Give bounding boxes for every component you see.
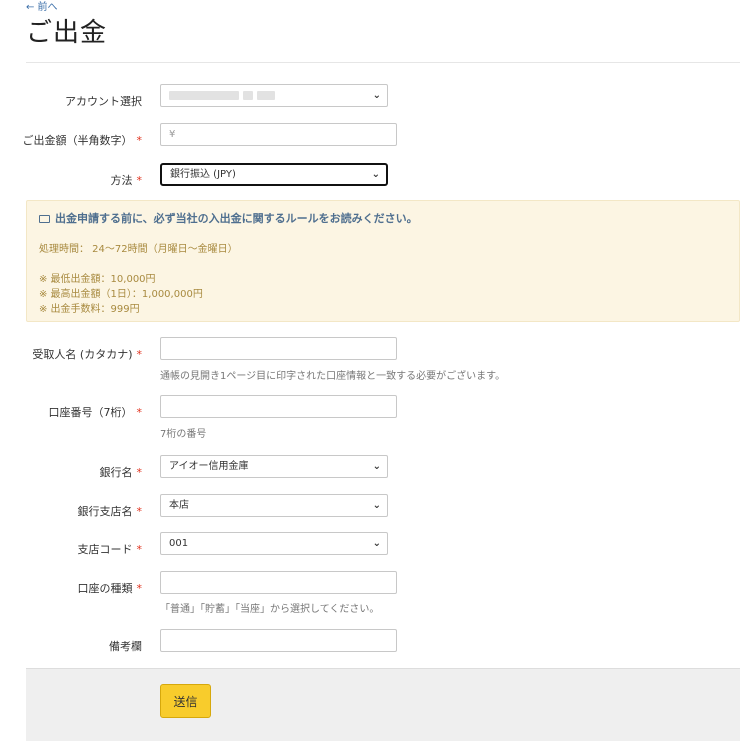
bank-name-label: 銀行名 * bbox=[99, 466, 143, 479]
bank-name-value: アイオー信用金庫 bbox=[169, 461, 249, 472]
branch-name-select[interactable]: 本店 ⌄ bbox=[160, 494, 388, 517]
fee: ※ 出金手数料：999円 bbox=[39, 304, 140, 315]
chevron-down-icon: ⌄ bbox=[372, 461, 381, 472]
chevron-down-icon: ⌄ bbox=[372, 538, 381, 549]
account-type-input[interactable] bbox=[160, 571, 397, 594]
required-mark: * bbox=[136, 582, 143, 595]
account-select[interactable]: ⌄ bbox=[160, 84, 388, 107]
page-title: ご出金 bbox=[26, 18, 108, 48]
method-label: 方法 * bbox=[110, 174, 143, 187]
bank-name-select[interactable]: アイオー信用金庫 ⌄ bbox=[160, 455, 388, 478]
recipient-input[interactable] bbox=[160, 337, 397, 360]
recipient-label: 受取人名 (カタカナ) * bbox=[32, 348, 143, 361]
method-select-value: 銀行振込 (JPY) bbox=[170, 169, 236, 180]
required-mark: * bbox=[136, 348, 143, 361]
chevron-down-icon: ⌄ bbox=[372, 90, 381, 101]
min-amount: ※ 最低出金額：10,000円 bbox=[39, 274, 156, 285]
recipient-help: 通帳の見開き1ページ目に印字された口座情報と一致する必要がございます。 bbox=[160, 371, 506, 382]
remarks-label: 備考欄 bbox=[109, 640, 142, 653]
branch-code-label: 支店コード * bbox=[77, 543, 143, 556]
required-mark: * bbox=[136, 543, 143, 556]
notice-heading[interactable]: 出金申請する前に、必ず当社の入出金に関するルールをお読みください。 bbox=[39, 210, 418, 226]
amount-label: ご出金額（半角数字） * bbox=[22, 134, 143, 147]
chevron-down-icon: ⌄ bbox=[371, 169, 380, 180]
required-mark: * bbox=[136, 406, 143, 419]
account-type-label: 口座の種類 * bbox=[77, 582, 143, 595]
masked-account-value bbox=[243, 90, 253, 100]
masked-account-value bbox=[169, 90, 239, 100]
account-type-help: 「普通」「貯蓄」「当座」から選択してください。 bbox=[160, 604, 380, 615]
book-icon bbox=[39, 215, 50, 223]
account-number-input[interactable] bbox=[160, 395, 397, 418]
amount-input[interactable] bbox=[160, 123, 397, 146]
title-divider bbox=[26, 62, 740, 63]
withdrawal-notice: 出金申請する前に、必ず当社の入出金に関するルールをお読みください。 処理時間： … bbox=[26, 200, 740, 322]
branch-name-label: 銀行支店名 * bbox=[77, 505, 143, 518]
max-amount: ※ 最高出金額（1日）：1,000,000円 bbox=[39, 289, 203, 300]
chevron-down-icon: ⌄ bbox=[372, 500, 381, 511]
form-footer bbox=[26, 668, 740, 741]
branch-code-value: 001 bbox=[169, 538, 189, 549]
required-mark: * bbox=[136, 174, 143, 187]
required-mark: * bbox=[136, 466, 143, 479]
branch-name-value: 本店 bbox=[169, 500, 189, 511]
branch-code-select[interactable]: 001 ⌄ bbox=[160, 532, 388, 555]
account-label: アカウント選択 bbox=[65, 95, 142, 108]
required-mark: * bbox=[136, 505, 143, 518]
masked-account-value bbox=[257, 90, 275, 100]
method-select[interactable]: 銀行振込 (JPY) ⌄ bbox=[160, 163, 388, 186]
submit-button[interactable]: 送信 bbox=[160, 684, 211, 718]
required-mark: * bbox=[136, 134, 143, 147]
remarks-input[interactable] bbox=[160, 629, 397, 652]
account-number-label: 口座番号（7桁） * bbox=[48, 406, 143, 419]
processing-time: 処理時間： 24〜72時間（月曜日〜金曜日） bbox=[39, 244, 238, 255]
account-number-help: 7桁の番号 bbox=[160, 429, 207, 440]
